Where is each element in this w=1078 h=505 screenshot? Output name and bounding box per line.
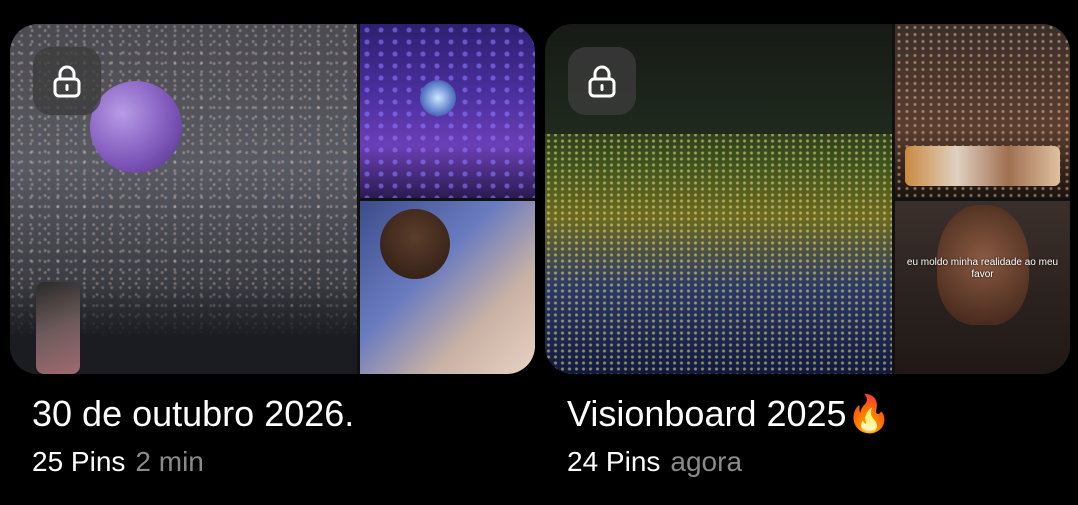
lock-icon [53, 65, 81, 98]
lock-badge [568, 47, 636, 115]
thumbnail-image [360, 24, 535, 198]
board-meta: 24 Pins agora [567, 446, 1070, 478]
pin-count: 25 Pins [32, 446, 126, 477]
thumbnail-image [360, 201, 535, 374]
thumbnail-image [895, 24, 1070, 198]
board-card[interactable]: 30 de outubro 2026. 25 Pins 2 min [10, 24, 535, 478]
board-meta: 25 Pins 2 min [32, 446, 535, 478]
phone-graphic [36, 282, 80, 374]
pin-count: 24 Pins [567, 446, 661, 477]
board-title[interactable]: Visionboard 2025🔥 [567, 394, 1070, 434]
updated-time: agora [670, 446, 743, 477]
board-collage[interactable]: eu moldo minha realidade ao meu favor [545, 24, 1070, 374]
lock-badge [33, 47, 101, 115]
stage-graphic [905, 146, 1060, 186]
image-caption: eu moldo minha realidade ao meu favor [906, 257, 1059, 280]
board-collage[interactable] [10, 24, 535, 374]
lock-icon [588, 65, 616, 98]
lightstick-graphic [420, 80, 456, 116]
board-card[interactable]: eu moldo minha realidade ao meu favor Vi… [545, 24, 1070, 478]
balloon-graphic [90, 81, 182, 173]
updated-time: 2 min [135, 446, 204, 477]
board-title[interactable]: 30 de outubro 2026. [32, 394, 535, 434]
person-graphic [380, 209, 450, 279]
thumbnail-image: eu moldo minha realidade ao meu favor [895, 201, 1070, 374]
